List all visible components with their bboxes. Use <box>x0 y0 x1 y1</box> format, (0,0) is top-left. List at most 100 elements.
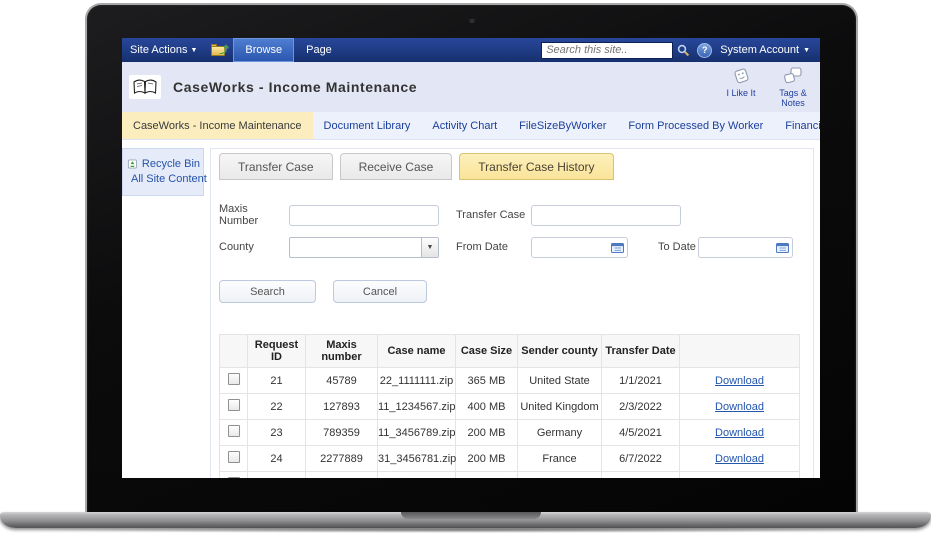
case-name-cell: 22_1111111.zip <box>377 367 456 394</box>
dropdown-arrow-icon: ▼ <box>421 237 438 257</box>
navigate-up-icon[interactable]: ⤴ <box>211 43 228 57</box>
case-name-cell: 31_3456781.zip <box>377 445 456 472</box>
table-header-row: Request ID Maxis number Case name Case S… <box>219 334 800 368</box>
tab-transfer-case-history[interactable]: Transfer Case History <box>459 153 614 180</box>
transfer-case-label: Transfer Case <box>456 209 526 221</box>
case-size-cell: 200 MB <box>455 445 518 472</box>
sender-county-cell: Germany <box>517 419 602 446</box>
page-tab-label: Page <box>306 44 332 56</box>
table-row: 23 789359 11_3456789.zip 200 MB Germany … <box>219 419 800 446</box>
table-row: 22 127893 11_1234567.zip 400 MB United K… <box>219 393 800 420</box>
recycle-bin-icon <box>127 159 138 169</box>
transfer-date-header: Transfer Date <box>601 334 680 368</box>
case-size-cell: 400 MB <box>455 393 518 420</box>
laptop-mockup: Site Actions ▼ ⤴ Browse Page Search this… <box>0 0 931 535</box>
transfer-date-cell: 4/5/2021 <box>601 419 680 446</box>
ribbon-tab-page[interactable]: Page <box>294 38 344 62</box>
tags-notes-icon <box>784 67 802 84</box>
recycle-bin-label: Recycle Bin <box>141 158 200 170</box>
top-chrome-bar: Site Actions ▼ ⤴ Browse Page Search this… <box>122 38 820 62</box>
maxis-number-cell: 127893 <box>305 393 378 420</box>
tags-notes-button[interactable]: Tags & Notes <box>772 66 814 109</box>
nav-item-form-processed-by-worker[interactable]: Form Processed By Worker <box>617 112 774 139</box>
download-link[interactable]: Download <box>715 453 764 465</box>
maxis-number-input[interactable] <box>289 204 439 226</box>
sender-county-cell: United State <box>517 367 602 394</box>
request-id-cell: 23 <box>247 419 306 446</box>
help-icon[interactable]: ? <box>697 42 713 58</box>
nav-item-activity-chart[interactable]: Activity Chart <box>421 112 508 139</box>
row-checkbox[interactable] <box>227 451 240 463</box>
search-button[interactable]: Search <box>219 280 316 303</box>
transfer-history-table: Request ID Maxis number Case name Case S… <box>219 334 800 478</box>
search-form: Maxis Number Transfer Case County ▼ From… <box>219 203 813 303</box>
open-book-icon <box>133 79 157 94</box>
select-column-header <box>219 334 248 368</box>
row-checkbox[interactable] <box>227 477 240 478</box>
tab-transfer-case[interactable]: Transfer Case <box>219 153 333 180</box>
row-checkbox[interactable] <box>227 425 240 437</box>
search-icon[interactable] <box>673 42 693 59</box>
maxis-number-label: Maxis Number <box>219 203 259 227</box>
calendar-icon[interactable] <box>611 242 624 253</box>
tab-receive-case[interactable]: Receive Case <box>339 153 453 180</box>
sidebar-item-all-site-content[interactable]: All Site Content <box>127 173 207 185</box>
sender-county-cell: United Kingdom <box>517 393 602 420</box>
webcam-dot <box>469 17 475 23</box>
case-name-cell: 11_1234567.zip <box>377 393 456 420</box>
request-id-cell: 22 <box>247 393 306 420</box>
download-link[interactable]: Download <box>715 375 764 387</box>
site-banner: CaseWorks - Income Maintenance I Like It <box>122 62 820 112</box>
site-actions-menu[interactable]: Site Actions ▼ <box>122 38 205 62</box>
transfer-date-cell: 6/7/2022 <box>601 445 680 472</box>
main-panel: Transfer Case Receive Case Transfer Case… <box>210 148 814 478</box>
sender-county-cell: Portugal <box>517 471 602 478</box>
maxis-number-cell: 3348789 <box>305 471 378 478</box>
case-name-cell: 11_3456789.zip <box>377 419 456 446</box>
cancel-button[interactable]: Cancel <box>333 280 427 303</box>
request-id-cell: 25 <box>247 471 306 478</box>
ribbon-tab-browse[interactable]: Browse <box>233 38 295 62</box>
site-navbar: CaseWorks - Income Maintenance Document … <box>122 112 820 140</box>
transfer-date-cell: 2/3/2022 <box>601 393 680 420</box>
transfer-case-input[interactable] <box>531 204 681 226</box>
nav-item-financial-ecf-chart[interactable]: Financial ECF Chart <box>774 112 820 139</box>
nav-item-filesizebyworker[interactable]: FileSizeByWorker <box>508 112 617 139</box>
from-date-label: From Date <box>456 241 508 253</box>
row-checkbox[interactable] <box>227 399 240 411</box>
download-link[interactable]: Download <box>715 427 764 439</box>
chevron-down-icon: ▼ <box>803 46 810 54</box>
request-id-header: Request ID <box>247 334 306 368</box>
site-search <box>541 41 693 59</box>
county-label: County <box>219 241 254 253</box>
table-row: 25 3348789 41_3456782.zip 200 MB Portuga… <box>219 471 800 478</box>
chevron-down-icon: ▼ <box>190 46 198 54</box>
browse-tab-label: Browse <box>245 44 283 56</box>
download-link[interactable]: Download <box>715 401 764 413</box>
search-input[interactable] <box>541 41 674 59</box>
request-id-cell: 24 <box>247 445 306 472</box>
social-actions: I Like It Tags & Notes <box>720 66 814 109</box>
row-checkbox[interactable] <box>227 373 240 385</box>
sidebar-item-recycle-bin[interactable]: Recycle Bin <box>127 158 200 170</box>
transfer-date-cell: 1/1/2021 <box>601 367 680 394</box>
sender-county-header: Sender county <box>517 334 602 368</box>
left-sidebar: Recycle Bin All Site Content <box>122 140 210 478</box>
site-logo <box>129 75 161 99</box>
page-title: CaseWorks - Income Maintenance <box>173 79 418 95</box>
account-menu[interactable]: System Account ▼ <box>720 44 820 56</box>
nav-item-document-library[interactable]: Document Library <box>313 112 422 139</box>
laptop-shadow <box>30 527 901 533</box>
like-tag-icon <box>734 68 749 84</box>
tags-notes-label: Tags & Notes <box>779 88 807 109</box>
site-actions-label: Site Actions <box>130 44 188 56</box>
county-select[interactable]: ▼ <box>289 236 439 258</box>
calendar-icon[interactable] <box>776 242 789 253</box>
case-name-header: Case name <box>377 334 456 368</box>
browser-screen: Site Actions ▼ ⤴ Browse Page Search this… <box>122 38 820 478</box>
i-like-it-button[interactable]: I Like It <box>720 66 762 109</box>
case-tabs: Transfer Case Receive Case Transfer Case… <box>219 153 813 180</box>
sender-county-cell: France <box>517 445 602 472</box>
nav-item-caseworks-income-maintenance[interactable]: CaseWorks - Income Maintenance <box>122 112 313 139</box>
maxis-number-cell: 45789 <box>305 367 378 394</box>
